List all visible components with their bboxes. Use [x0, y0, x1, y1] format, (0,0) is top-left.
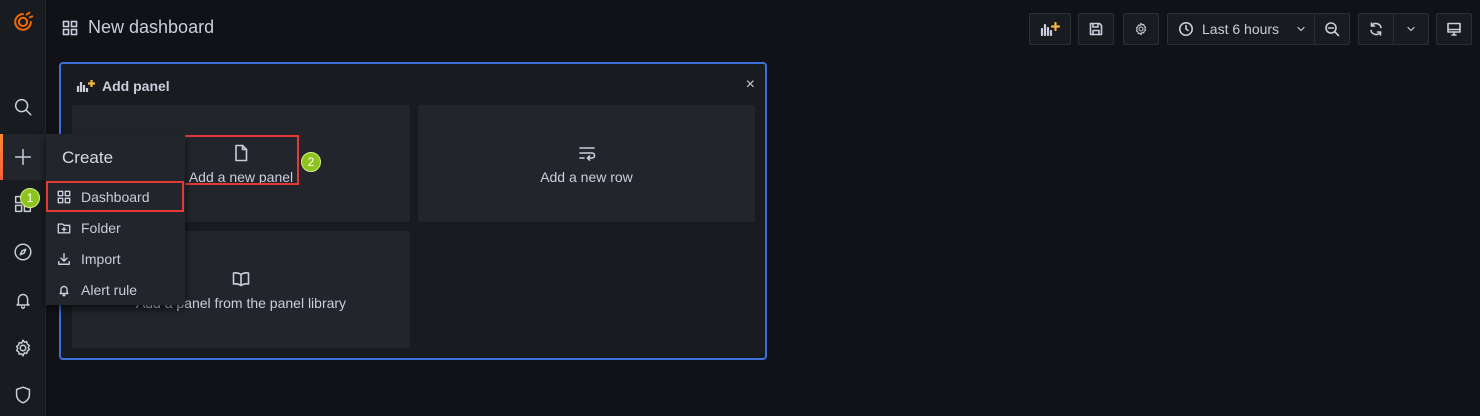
menu-item-label: Import — [81, 250, 121, 267]
wrap-text-icon — [578, 146, 595, 161]
highlight-add-new-panel — [183, 135, 299, 185]
side-nav — [0, 0, 46, 416]
add-panel-header: Add panel — [75, 78, 170, 94]
create-menu-title: Create — [62, 148, 114, 167]
menu-item-alert-rule[interactable]: Alert rule — [46, 274, 185, 305]
clock-icon — [1179, 22, 1193, 36]
refresh-button[interactable] — [1358, 13, 1394, 45]
shield-icon — [15, 386, 31, 404]
highlight-dashboard-item — [46, 181, 184, 212]
add-panel-icon — [1040, 21, 1061, 37]
save-icon — [1089, 22, 1103, 36]
view-mode-button[interactable] — [1436, 13, 1472, 45]
apps-icon — [62, 20, 78, 35]
menu-item-import[interactable]: Import — [46, 243, 185, 274]
dashboard-settings-button[interactable] — [1123, 13, 1159, 45]
monitor-icon — [1447, 22, 1461, 36]
gear-icon — [15, 339, 31, 357]
book-open-icon — [232, 271, 250, 286]
add-panel-title: Add panel — [102, 78, 170, 94]
nav-create[interactable] — [0, 134, 46, 180]
add-panel-icon — [76, 80, 95, 92]
nav-search[interactable] — [0, 86, 46, 128]
menu-item-label: Alert rule — [81, 281, 138, 298]
chevron-down-icon — [1297, 26, 1305, 32]
menu-item-label: Folder — [81, 219, 121, 236]
top-bar: New dashboard Last 6 hours — [46, 0, 1480, 58]
time-range-label: Last 6 hours — [1202, 21, 1280, 37]
nav-server-admin[interactable] — [0, 374, 46, 416]
save-dashboard-button[interactable] — [1078, 13, 1114, 45]
page-title[interactable]: New dashboard — [88, 17, 214, 38]
compass-icon — [14, 243, 32, 261]
search-icon — [14, 98, 32, 116]
nav-alerting[interactable] — [0, 279, 46, 321]
grafana-logo[interactable] — [0, 0, 46, 42]
menu-item-folder[interactable]: Folder — [46, 212, 185, 243]
bell-icon — [16, 293, 30, 309]
nav-configuration[interactable] — [0, 327, 46, 369]
add-new-row-label: Add a new row — [540, 168, 633, 185]
folder-plus-icon — [57, 222, 71, 234]
gear-icon — [1135, 22, 1147, 36]
add-new-row-tile[interactable]: Add a new row — [418, 105, 755, 222]
zoom-out-icon — [1325, 22, 1340, 37]
create-menu: Create Dashboard Folder Import Alert rul… — [46, 134, 185, 305]
zoom-out-button[interactable] — [1314, 13, 1350, 45]
refresh-icon — [1370, 22, 1382, 36]
time-range-picker[interactable]: Last 6 hours — [1167, 13, 1315, 45]
step-badge-1: 1 — [20, 188, 40, 208]
refresh-interval-dropdown[interactable] — [1393, 13, 1429, 45]
bell-icon — [59, 285, 69, 296]
breadcrumb: New dashboard — [62, 17, 214, 38]
chevron-down-icon — [1407, 26, 1415, 32]
close-button[interactable]: × — [746, 76, 755, 94]
import-icon — [58, 252, 70, 265]
add-panel-button[interactable] — [1029, 13, 1071, 45]
plus-icon — [14, 148, 32, 166]
nav-explore[interactable] — [0, 231, 46, 273]
step-badge-2: 2 — [301, 152, 321, 172]
grafana-logo-icon — [14, 11, 34, 31]
